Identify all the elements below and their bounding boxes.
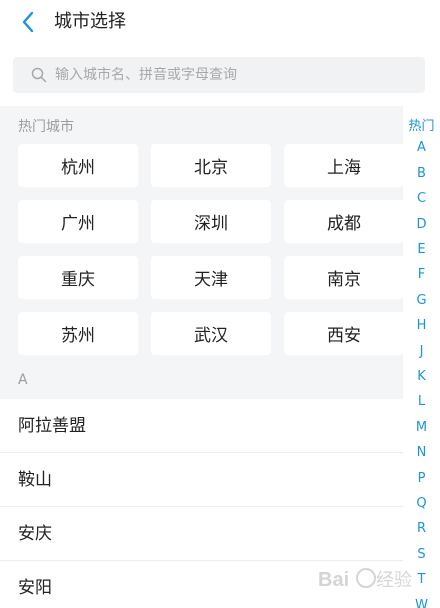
- section-heading-a: A: [18, 372, 28, 388]
- hot-city-button[interactable]: 上海: [284, 144, 404, 187]
- index-item-p[interactable]: P: [403, 471, 440, 486]
- index-item-k[interactable]: K: [403, 369, 440, 384]
- index-item-n[interactable]: N: [403, 445, 440, 460]
- index-item-l[interactable]: L: [403, 394, 440, 409]
- city-list-item[interactable]: 鞍山: [0, 453, 403, 507]
- city-list-item[interactable]: 阿拉善盟: [0, 399, 403, 453]
- hot-city-button[interactable]: 苏州: [18, 312, 138, 355]
- hot-city-button[interactable]: 广州: [18, 200, 138, 243]
- hot-city-button[interactable]: 天津: [151, 256, 271, 299]
- index-item-c[interactable]: C: [403, 191, 440, 206]
- hot-city-button[interactable]: 深圳: [151, 200, 271, 243]
- index-item-f[interactable]: F: [403, 267, 440, 282]
- search-area: [0, 44, 440, 106]
- index-item-e[interactable]: E: [403, 242, 440, 257]
- hot-city-button[interactable]: 杭州: [18, 144, 138, 187]
- baidu-jingyan-watermark: Bai 经验: [318, 568, 412, 591]
- hot-city-button[interactable]: 西安: [284, 312, 404, 355]
- city-list-item[interactable]: 安庆: [0, 507, 403, 561]
- hot-city-button[interactable]: 成都: [284, 200, 404, 243]
- index-item-r[interactable]: R: [403, 521, 440, 536]
- svg-text:经验: 经验: [376, 570, 412, 591]
- index-item-m[interactable]: M: [403, 420, 440, 435]
- index-item-g[interactable]: G: [403, 293, 440, 308]
- index-item-b[interactable]: B: [403, 166, 440, 181]
- hot-cities-grid: 杭州 北京 上海 广州 深圳 成都 重庆 天津 南京 苏州 武汉 西安: [18, 144, 404, 355]
- index-item-h[interactable]: H: [403, 318, 440, 333]
- search-input[interactable]: [55, 67, 395, 83]
- chevron-left-icon: [22, 11, 34, 33]
- page-title: 城市选择: [54, 11, 126, 32]
- back-button[interactable]: [14, 8, 42, 36]
- hot-city-button[interactable]: 重庆: [18, 256, 138, 299]
- hot-city-button[interactable]: 北京: [151, 144, 271, 187]
- title-bar: 城市选择: [0, 0, 440, 44]
- index-item-d[interactable]: D: [403, 217, 440, 232]
- index-item-q[interactable]: Q: [403, 496, 440, 511]
- index-item-hot[interactable]: 热门: [403, 115, 440, 134]
- index-item-a[interactable]: A: [403, 140, 440, 155]
- search-icon: [31, 67, 47, 83]
- alphabet-index-bar[interactable]: 热门 A B C D E F G H J K L M N P Q R S T W: [403, 106, 440, 608]
- hot-city-button[interactable]: 武汉: [151, 312, 271, 355]
- svg-text:Bai: Bai: [318, 569, 349, 591]
- search-box[interactable]: [13, 57, 425, 93]
- hot-cities-heading: 热门城市: [18, 119, 74, 135]
- index-item-j[interactable]: J: [403, 344, 440, 359]
- hot-city-button[interactable]: 南京: [284, 256, 404, 299]
